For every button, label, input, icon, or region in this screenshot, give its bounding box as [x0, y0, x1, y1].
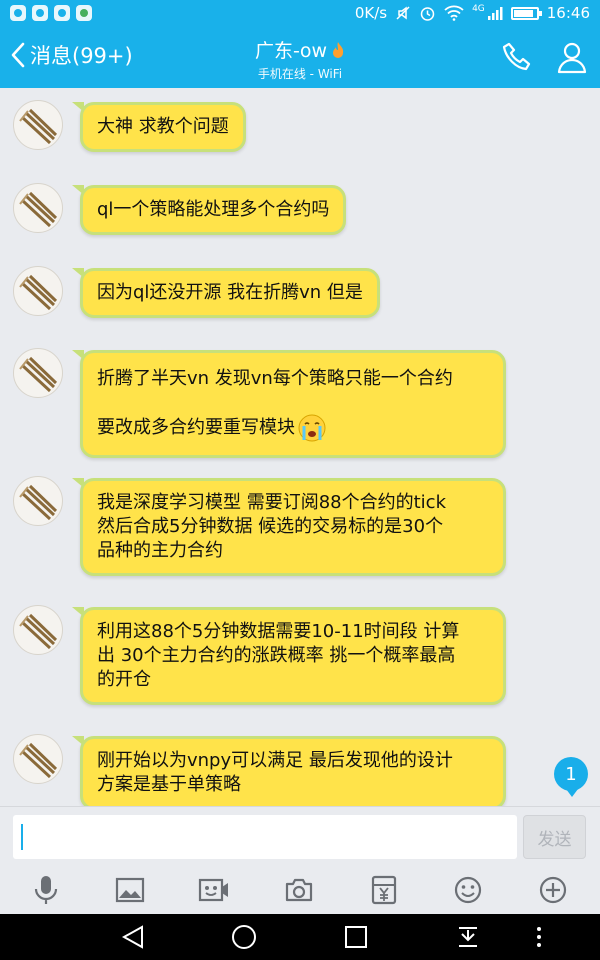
person-icon	[557, 42, 587, 74]
wechat-icon	[76, 5, 92, 21]
composer-toolbar	[0, 866, 600, 914]
message-bubble[interactable]: 我是深度学习模型 需要订阅88个合约的tick 然后合成5分钟数据 候选的交易标…	[72, 478, 506, 576]
mute-icon	[396, 6, 410, 20]
profile-button[interactable]	[556, 40, 588, 78]
message-bubble[interactable]: 因为ql还没开源 我在折腾vn 但是	[72, 268, 380, 318]
message-text: 利用这88个5分钟数据需要10-11时间段 计算	[97, 621, 460, 642]
message-bubble[interactable]: 大神 求教个问题	[72, 102, 246, 152]
message-bubble[interactable]: 刚开始以为vnpy可以满足 最后发现他的设计 方案是基于单策略	[72, 736, 506, 806]
nav-menu-icon[interactable]	[533, 924, 545, 954]
network-type: 4G	[472, 4, 485, 14]
app-icon-2	[32, 5, 48, 21]
message-text: 的开仓	[97, 669, 151, 690]
avatar[interactable]	[13, 100, 63, 150]
nav-notification-icon[interactable]	[455, 924, 481, 954]
battery-icon	[510, 6, 542, 20]
contact-name: 广东-ow	[254, 40, 328, 62]
app-icon-1	[10, 5, 26, 21]
avatar[interactable]	[13, 605, 63, 655]
avatar[interactable]	[13, 476, 63, 526]
avatar[interactable]	[13, 734, 63, 784]
app-icon-3	[54, 5, 70, 21]
new-message-badge[interactable]: 1	[554, 757, 588, 797]
message-text: 折腾了半天vn 发现vn每个策略只能一个合约	[97, 368, 453, 389]
send-button[interactable]: 发送	[523, 815, 586, 859]
call-button[interactable]	[500, 40, 534, 78]
message-bubble[interactable]: 利用这88个5分钟数据需要10-11时间段 计算 出 30个主力合约的涨跌概率 …	[72, 607, 506, 705]
message-text: ql一个策略能处理多个合约吗	[97, 199, 330, 220]
chat-message-list[interactable]: 大神 求教个问题 ql一个策略能处理多个合约吗 因为ql还没开源 我在折腾vn …	[0, 88, 600, 806]
flame-icon	[333, 41, 344, 58]
plus-icon[interactable]	[537, 874, 569, 906]
avatar[interactable]	[13, 348, 63, 398]
wifi-icon	[444, 5, 464, 21]
nav-back-icon[interactable]	[120, 924, 146, 954]
message-bubble[interactable]: 折腾了半天vn 发现vn每个策略只能一个合约 要改成多合约要重写模块	[72, 350, 506, 458]
message-text: 然后合成5分钟数据 候选的交易标的是30个	[97, 516, 444, 537]
status-time: 16:46	[546, 4, 590, 22]
composer: 发送	[0, 806, 600, 866]
signal-icon	[487, 7, 503, 20]
message-text: 出 30个主力合约的涨跌概率 挑一个概率最高	[97, 645, 456, 666]
chat-header: 消息(99+) 广东-ow 手机在线 - WiFi	[0, 26, 600, 88]
message-input[interactable]	[13, 815, 517, 859]
message-text: 要改成多合约要重写模块	[97, 417, 295, 438]
message-text: 方案是基于单策略	[97, 774, 241, 795]
message-text: 因为ql还没开源 我在折腾vn 但是	[97, 282, 363, 303]
status-right-icons: 0K/s 4G 16:46	[355, 4, 590, 22]
microphone-icon[interactable]	[30, 874, 62, 906]
video-icon[interactable]	[198, 874, 230, 906]
alarm-icon	[420, 6, 435, 21]
text-caret	[21, 824, 23, 850]
status-left-icons	[10, 5, 92, 21]
avatar[interactable]	[13, 266, 63, 316]
nav-home-icon[interactable]	[231, 924, 257, 954]
nav-recents-icon[interactable]	[343, 924, 369, 954]
message-text: 大神 求教个问题	[97, 116, 229, 137]
message-bubble[interactable]: ql一个策略能处理多个合约吗	[71, 185, 347, 235]
message-text: 我是深度学习模型 需要订阅88个合约的tick	[97, 492, 447, 513]
phone-icon	[502, 42, 531, 71]
emoji-icon[interactable]	[452, 874, 484, 906]
status-bar: 0K/s 4G 16:46	[0, 0, 600, 26]
avatar[interactable]	[13, 183, 63, 233]
camera-icon[interactable]	[283, 874, 315, 906]
message-text: 品种的主力合约	[97, 540, 223, 561]
network-speed: 0K/s	[354, 4, 388, 22]
crying-face-emoji	[298, 414, 326, 442]
image-icon[interactable]	[114, 874, 146, 906]
red-packet-icon[interactable]	[368, 874, 400, 906]
message-text: 刚开始以为vnpy可以满足 最后发现他的设计	[97, 750, 453, 771]
system-navigation-bar	[0, 914, 600, 960]
